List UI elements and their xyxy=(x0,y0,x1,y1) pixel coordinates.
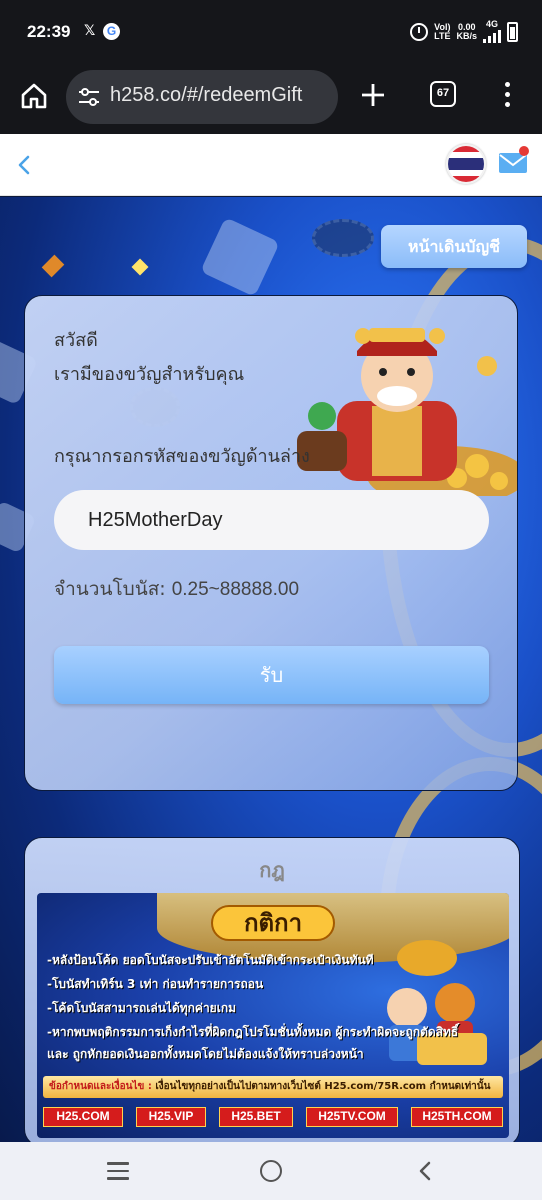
banner-title: กติกา xyxy=(211,905,335,941)
rules-card: กฎ กติกา -หลังป้อนโค้ด ยอดโบนัสจะปรับเข้… xyxy=(24,837,520,1142)
rule-line: -โบนัสทำเทิร์น 3 เท่า ก่อนทำรายการถอน xyxy=(47,977,264,991)
sparkle-decoration xyxy=(41,254,65,278)
instruction-text: กรุณากรอกรหัสของขวัญด้านล่าง xyxy=(54,446,310,467)
site-badge: H25TV.COM xyxy=(306,1107,398,1127)
site-badge: H25.VIP xyxy=(136,1107,206,1127)
claim-button[interactable]: รับ xyxy=(54,646,489,704)
thai-flag-icon[interactable] xyxy=(446,144,486,184)
main-content: หน้าเดินบัญชี สวัสดี เรามีของขวัญสำหรับค… xyxy=(0,197,542,1142)
overflow-menu-icon[interactable] xyxy=(505,82,511,108)
home-button-icon[interactable] xyxy=(260,1160,282,1182)
rules-title: กฎ xyxy=(259,858,285,882)
redeem-card: สวัสดี เรามีของขวัญสำหรับคุณ กรุณากรอกรห… xyxy=(24,295,518,791)
status-bar: 22:39 𝕏 G Vol) LTE 0.00 KB/s 4G xyxy=(0,0,542,64)
gift-code-input[interactable] xyxy=(54,490,489,550)
battery-icon xyxy=(507,21,518,42)
dice-decoration xyxy=(200,217,280,297)
app-header xyxy=(0,134,542,196)
volte-indicator: Vol) LTE xyxy=(434,21,451,41)
chip-decoration xyxy=(312,219,374,257)
new-tab-icon[interactable] xyxy=(360,82,386,108)
address-bar[interactable]: h258.co/#/redeemGift xyxy=(66,70,338,124)
google-app-icon: G xyxy=(103,23,120,40)
site-list: H25.COM H25.VIP H25.BET H25TV.COM H25TH.… xyxy=(43,1107,503,1127)
site-badge: H25TH.COM xyxy=(411,1107,503,1127)
status-time: 22:39 xyxy=(27,22,71,41)
x-app-icon: 𝕏 xyxy=(84,23,96,39)
notification-dot xyxy=(519,146,529,156)
system-nav-bar xyxy=(0,1142,542,1200)
tab-switcher-button[interactable]: 67 xyxy=(430,81,456,107)
condition-text: เงื่อนไขทุกอย่างเป็นไปตามทางเว็บไซต์ H25… xyxy=(155,1081,491,1092)
network-speed: 0.00 KB/s xyxy=(456,21,477,41)
rule-line: -หากพบพฤติกรรมการเก็งกำไรที่ผิดกฎโปรโมชั… xyxy=(47,1025,459,1039)
bonus-amount-row: จำนวนโบนัส: 0.25~88888.00 xyxy=(54,574,299,604)
url-text[interactable]: h258.co/#/redeemGift xyxy=(110,84,334,107)
site-settings-icon[interactable] xyxy=(78,87,100,107)
back-icon[interactable] xyxy=(414,1160,436,1182)
account-balance-button[interactable]: หน้าเดินบัญชี xyxy=(381,225,527,268)
cartoon-characters-illustration xyxy=(387,940,487,1065)
fortune-god-illustration xyxy=(297,328,517,496)
condition-prefix: ข้อกำหนดและเงื่อนไข : xyxy=(49,1081,152,1092)
alarm-icon xyxy=(410,22,429,41)
rule-line: -โค้ดโบนัสสามารถเล่นได้ทุกค่ายเกม xyxy=(47,1001,236,1015)
site-badge: H25.COM xyxy=(43,1107,123,1127)
rule-line: -หลังป้อนโค้ด ยอดโบนัสจะปรับเข้าอัตโนมัต… xyxy=(47,953,374,967)
signal-icon xyxy=(483,29,501,43)
site-badge: H25.BET xyxy=(219,1107,293,1127)
bonus-amount: 0.25~88888.00 xyxy=(171,579,300,600)
back-arrow-icon[interactable] xyxy=(10,150,40,180)
rules-banner: กติกา -หลังป้อนโค้ด ยอดโบนัสจะปรับเข้าอั… xyxy=(37,893,509,1138)
greeting-text: สวัสดี เรามีของขวัญสำหรับคุณ xyxy=(54,330,245,385)
sparkle-decoration xyxy=(131,258,149,276)
rule-line: และ ถูกหักยอดเงินออกทั้งหมดโดยไม่ต้องแจ้… xyxy=(47,1047,364,1061)
status-icons: Vol) LTE 0.00 KB/s 4G xyxy=(410,20,518,43)
terms-condition-bar: ข้อกำหนดและเงื่อนไข : เงื่อนไขทุกอย่างเป… xyxy=(43,1076,503,1098)
recent-apps-icon[interactable] xyxy=(107,1162,129,1180)
network-type: 4G xyxy=(483,20,501,43)
bonus-label: จำนวนโบนัส: xyxy=(54,578,166,600)
browser-toolbar: h258.co/#/redeemGift 67 xyxy=(0,64,542,134)
home-icon[interactable] xyxy=(20,82,48,110)
